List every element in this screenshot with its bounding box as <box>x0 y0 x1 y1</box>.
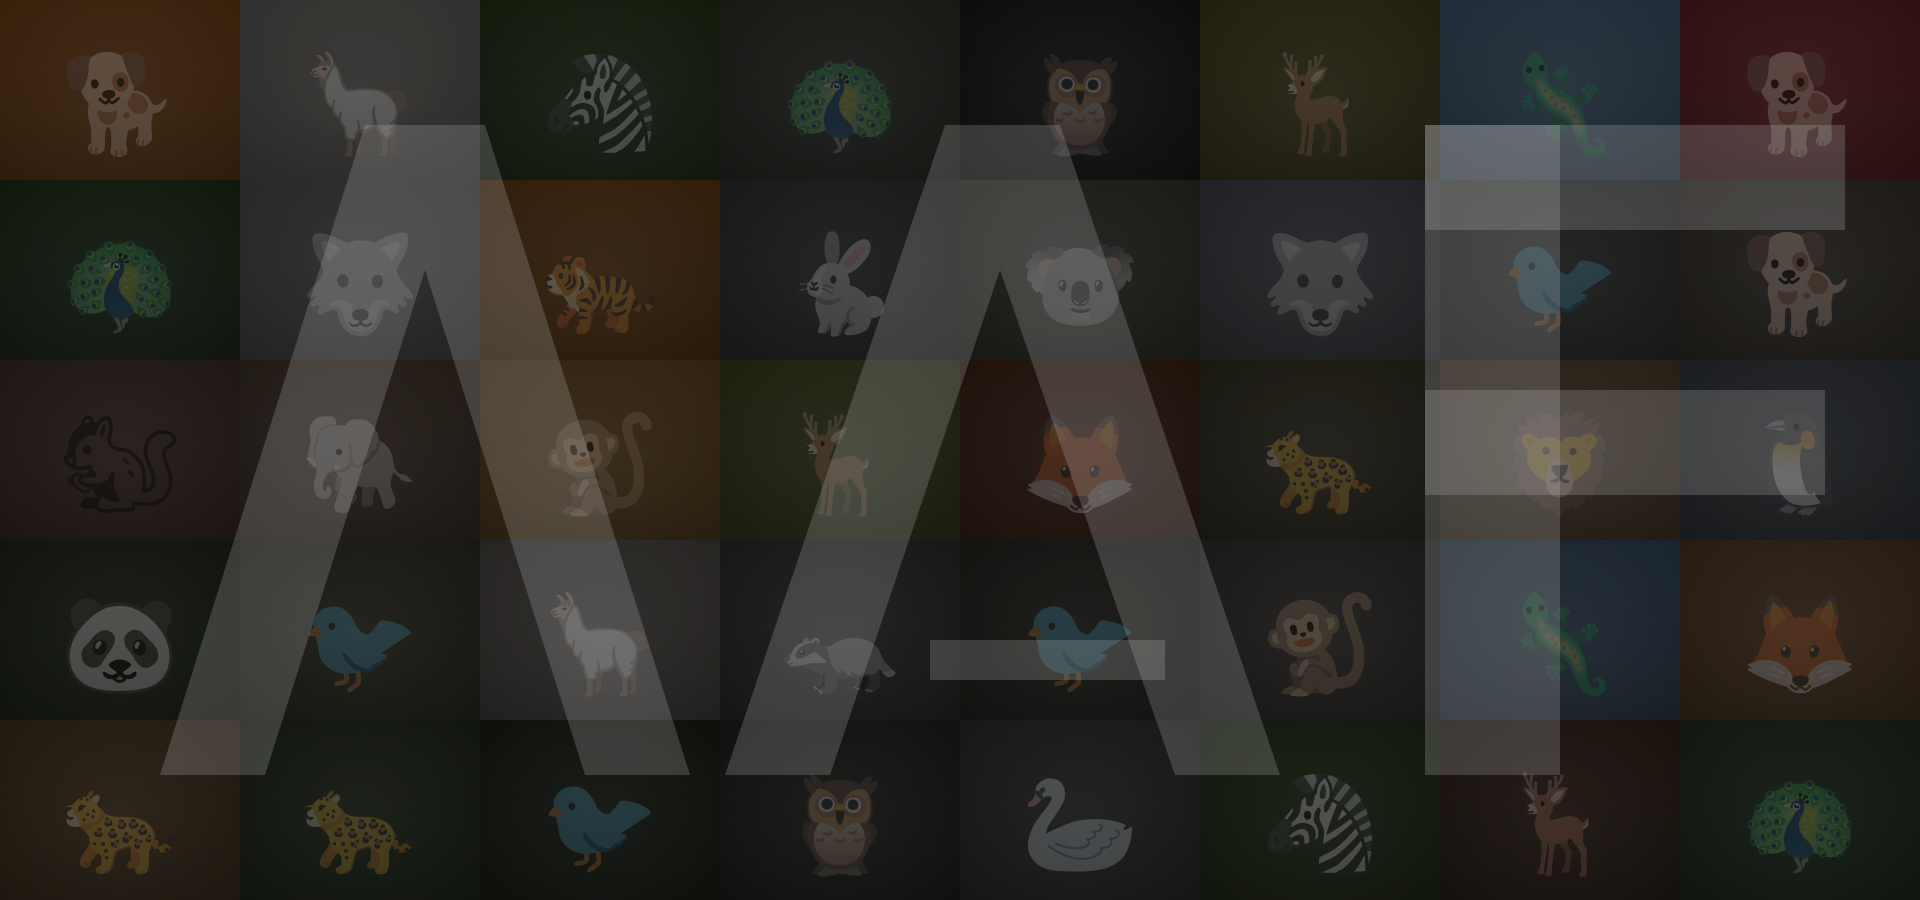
animal-photo-owl: 🦉 <box>960 0 1200 180</box>
animal-photo-peacock: 🦚 <box>720 0 960 180</box>
koala-icon: 🐨 <box>1020 228 1140 340</box>
zebra-icon: 🦓 <box>540 48 660 160</box>
owl-icon: 🦉 <box>1020 48 1140 160</box>
animal-photo-lion: 🦁 <box>1440 360 1680 540</box>
animal-photo-shiba-inu: 🐕 <box>0 0 240 180</box>
animal-photo-peacock: 🦚 <box>1680 720 1920 900</box>
animal-photo-golden-monkey: 🐒 <box>480 360 720 540</box>
animal-photo-stork: 🦢 <box>960 720 1200 900</box>
animal-photo-fox-cub: 🦊 <box>960 360 1200 540</box>
animal-photo-elephant: 🐘 <box>240 360 480 540</box>
iguana-icon: 🦎 <box>1500 588 1620 700</box>
kudu-icon: 🦌 <box>780 408 900 520</box>
hero-background: 🐕 🦙 🦓 🦚 🦉 🦌 🦎 🐕 🦚 🐺 🐅 🐇 🐨 🐺 🐦 🐕 🐿 🐘 🐒 🦌 🦊 🐆 🦁 🐧 🐼 🐦 🦙 🦡 🐦 🐒 🦎 🦊 🐆 🐆 🐦 🦉 🦢 🦓 🦌 🦚 <box>0 0 1920 900</box>
animal-photo-husky: 🐺 <box>240 180 480 360</box>
animal-photo-armadillo: 🦡 <box>720 540 960 720</box>
peacock-icon: 🦚 <box>1740 768 1860 880</box>
animal-photo-gouldian-finch: 🐦 <box>960 540 1200 720</box>
peacock-icon: 🦚 <box>60 228 180 340</box>
animal-photo-grid: 🐕 🦙 🦓 🦚 🦉 🦌 🦎 🐕 🦚 🐺 🐅 🐇 🐨 🐺 🐦 🐕 🐿 🐘 🐒 🦌 🦊 🐆 🦁 🐧 🐼 🐦 🦙 🦡 🐦 🐒 🦎 🦊 🐆 🐆 🐦 🦉 🦢 🦓 🦌 🦚 <box>0 0 1920 900</box>
animal-photo-cheetah: 🐆 <box>1200 360 1440 540</box>
gouldian-finch-icon: 🐦 <box>1020 588 1140 700</box>
dog-icon: 🐕 <box>1740 228 1860 340</box>
bird-icon: 🐦 <box>300 588 420 700</box>
cheetah-icon: 🐆 <box>1260 408 1380 520</box>
animal-photo-wolf: 🐺 <box>1200 180 1440 360</box>
elephant-icon: 🐘 <box>300 408 420 520</box>
animal-photo-alpaca: 🦙 <box>240 0 480 180</box>
oriole-icon: 🐦 <box>540 768 660 880</box>
animal-photo-dog-with-flag: 🐕 <box>1680 0 1920 180</box>
fox-cub-icon: 🦊 <box>1020 408 1140 520</box>
husky-icon: 🐺 <box>300 228 420 340</box>
squirrel-icon: 🐿 <box>59 408 181 520</box>
animal-photo-iguana: 🦎 <box>1440 0 1680 180</box>
animal-photo-deer-fawn: 🦌 <box>1440 720 1680 900</box>
leopard-icon: 🐆 <box>60 768 180 880</box>
shiba-inu-icon: 🐕 <box>60 48 180 160</box>
animal-photo-cheetah: 🐆 <box>240 720 480 900</box>
golden-monkey-icon: 🐒 <box>540 408 660 520</box>
panda-icon: 🐼 <box>60 588 180 700</box>
animal-photo-monkey: 🐒 <box>1200 540 1440 720</box>
owl-icon: 🦉 <box>780 768 900 880</box>
monkey-icon: 🐒 <box>1260 588 1380 700</box>
animal-photo-tiger: 🐅 <box>480 180 720 360</box>
deer-fawn-icon: 🦌 <box>1500 768 1620 880</box>
dog-with-flag-icon: 🐕 <box>1740 48 1860 160</box>
tiger-icon: 🐅 <box>540 228 660 340</box>
animal-photo-bird: 🐦 <box>240 540 480 720</box>
animal-photo-zebra: 🦓 <box>1200 720 1440 900</box>
zebra-icon: 🦓 <box>1260 768 1380 880</box>
animal-photo-peacock: 🦚 <box>0 180 240 360</box>
wolf-icon: 🐺 <box>1260 228 1380 340</box>
animal-photo-iguana: 🦎 <box>1440 540 1680 720</box>
cheetah-icon: 🐆 <box>300 768 420 880</box>
armadillo-icon: 🦡 <box>780 588 900 700</box>
animal-photo-penguins: 🐧 <box>1680 360 1920 540</box>
bird-icon: 🐦 <box>1500 228 1620 340</box>
animal-photo-owl: 🦉 <box>720 720 960 900</box>
animal-photo-leopard: 🐆 <box>0 720 240 900</box>
animal-photo-bird: 🐦 <box>1440 180 1680 360</box>
stork-icon: 🦢 <box>1020 768 1140 880</box>
animal-photo-fennec-fox: 🦊 <box>1680 540 1920 720</box>
animal-photo-hare: 🐇 <box>720 180 960 360</box>
hare-icon: 🐇 <box>780 228 900 340</box>
animal-photo-koala: 🐨 <box>960 180 1200 360</box>
animal-photo-alpaca: 🦙 <box>480 540 720 720</box>
animal-photo-zebra: 🦓 <box>480 0 720 180</box>
animal-photo-squirrel: 🐿 <box>0 360 240 540</box>
iguana-icon: 🦎 <box>1500 48 1620 160</box>
penguins-icon: 🐧 <box>1740 408 1860 520</box>
peacock-icon: 🦚 <box>780 48 900 160</box>
lion-icon: 🦁 <box>1500 408 1620 520</box>
alpaca-icon: 🦙 <box>540 588 660 700</box>
animal-photo-panda: 🐼 <box>0 540 240 720</box>
animal-photo-kudu: 🦌 <box>720 360 960 540</box>
animal-photo-dog: 🐕 <box>1680 180 1920 360</box>
animal-photo-kudu: 🦌 <box>1200 0 1440 180</box>
alpaca-icon: 🦙 <box>300 48 420 160</box>
kudu-icon: 🦌 <box>1260 48 1380 160</box>
fennec-fox-icon: 🦊 <box>1740 588 1860 700</box>
animal-photo-oriole: 🐦 <box>480 720 720 900</box>
